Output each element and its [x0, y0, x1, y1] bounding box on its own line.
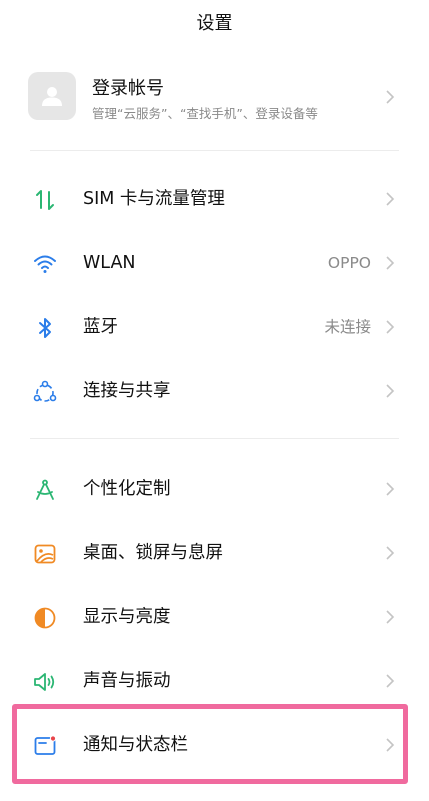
- avatar: [28, 72, 76, 120]
- settings-item-value: 未连接: [324, 318, 371, 336]
- settings-item-label: WLAN: [83, 253, 136, 273]
- settings-item-label: 声音与振动: [83, 671, 171, 691]
- chevron-right-icon: [381, 318, 399, 336]
- chevron-right-icon: [381, 190, 399, 208]
- page-title: 设置: [0, 0, 429, 44]
- settings-item-sound[interactable]: 声音与振动: [0, 651, 429, 711]
- settings-item-label: 连接与共享: [83, 381, 171, 401]
- chevron-right-icon: [381, 88, 399, 106]
- settings-item-value: OPPO: [327, 254, 371, 272]
- settings-item-label: SIM 卡与流量管理: [83, 189, 225, 209]
- settings-item-wlan[interactable]: WLAN OPPO: [0, 233, 429, 293]
- page-title-text: 设置: [196, 13, 233, 34]
- divider: [30, 438, 399, 439]
- settings-item-label: 桌面、锁屏与息屏: [83, 543, 223, 563]
- brightness-icon: [32, 605, 58, 631]
- person-icon: [42, 87, 62, 106]
- chevron-right-icon: [381, 544, 399, 562]
- chevron-right-icon: [381, 382, 399, 400]
- settings-item-sim[interactable]: SIM 卡与流量管理: [0, 169, 429, 229]
- account-title: 登录帐号: [92, 78, 164, 99]
- settings-item-wallpaper[interactable]: 桌面、锁屏与息屏: [0, 523, 429, 583]
- share-connection-icon: [32, 379, 58, 405]
- chevron-right-icon: [381, 608, 399, 626]
- chevron-right-icon: [381, 672, 399, 690]
- settings-item-label: 个性化定制: [83, 479, 171, 499]
- compass-icon: [32, 477, 58, 503]
- chevron-right-icon: [381, 480, 399, 498]
- sim-data-icon: [32, 187, 58, 213]
- chevron-right-icon: [381, 254, 399, 272]
- divider: [30, 150, 399, 151]
- wallpaper-icon: [32, 541, 58, 567]
- settings-item-connection[interactable]: 连接与共享: [0, 361, 429, 421]
- settings-item-label: 显示与亮度: [83, 607, 171, 627]
- settings-item-label: 蓝牙: [83, 317, 118, 337]
- settings-item-display[interactable]: 显示与亮度: [0, 587, 429, 647]
- account-subtitle: 管理“云服务”、“查找手机”、登录设备等: [92, 106, 318, 121]
- speaker-icon: [32, 669, 58, 695]
- highlight-box: [12, 704, 408, 784]
- settings-item-personalize[interactable]: 个性化定制: [0, 459, 429, 519]
- bluetooth-icon: [32, 315, 58, 341]
- settings-item-bluetooth[interactable]: 蓝牙 未连接: [0, 297, 429, 357]
- account-login-row[interactable]: 登录帐号 管理“云服务”、“查找手机”、登录设备等: [0, 60, 429, 134]
- wifi-icon: [32, 251, 58, 277]
